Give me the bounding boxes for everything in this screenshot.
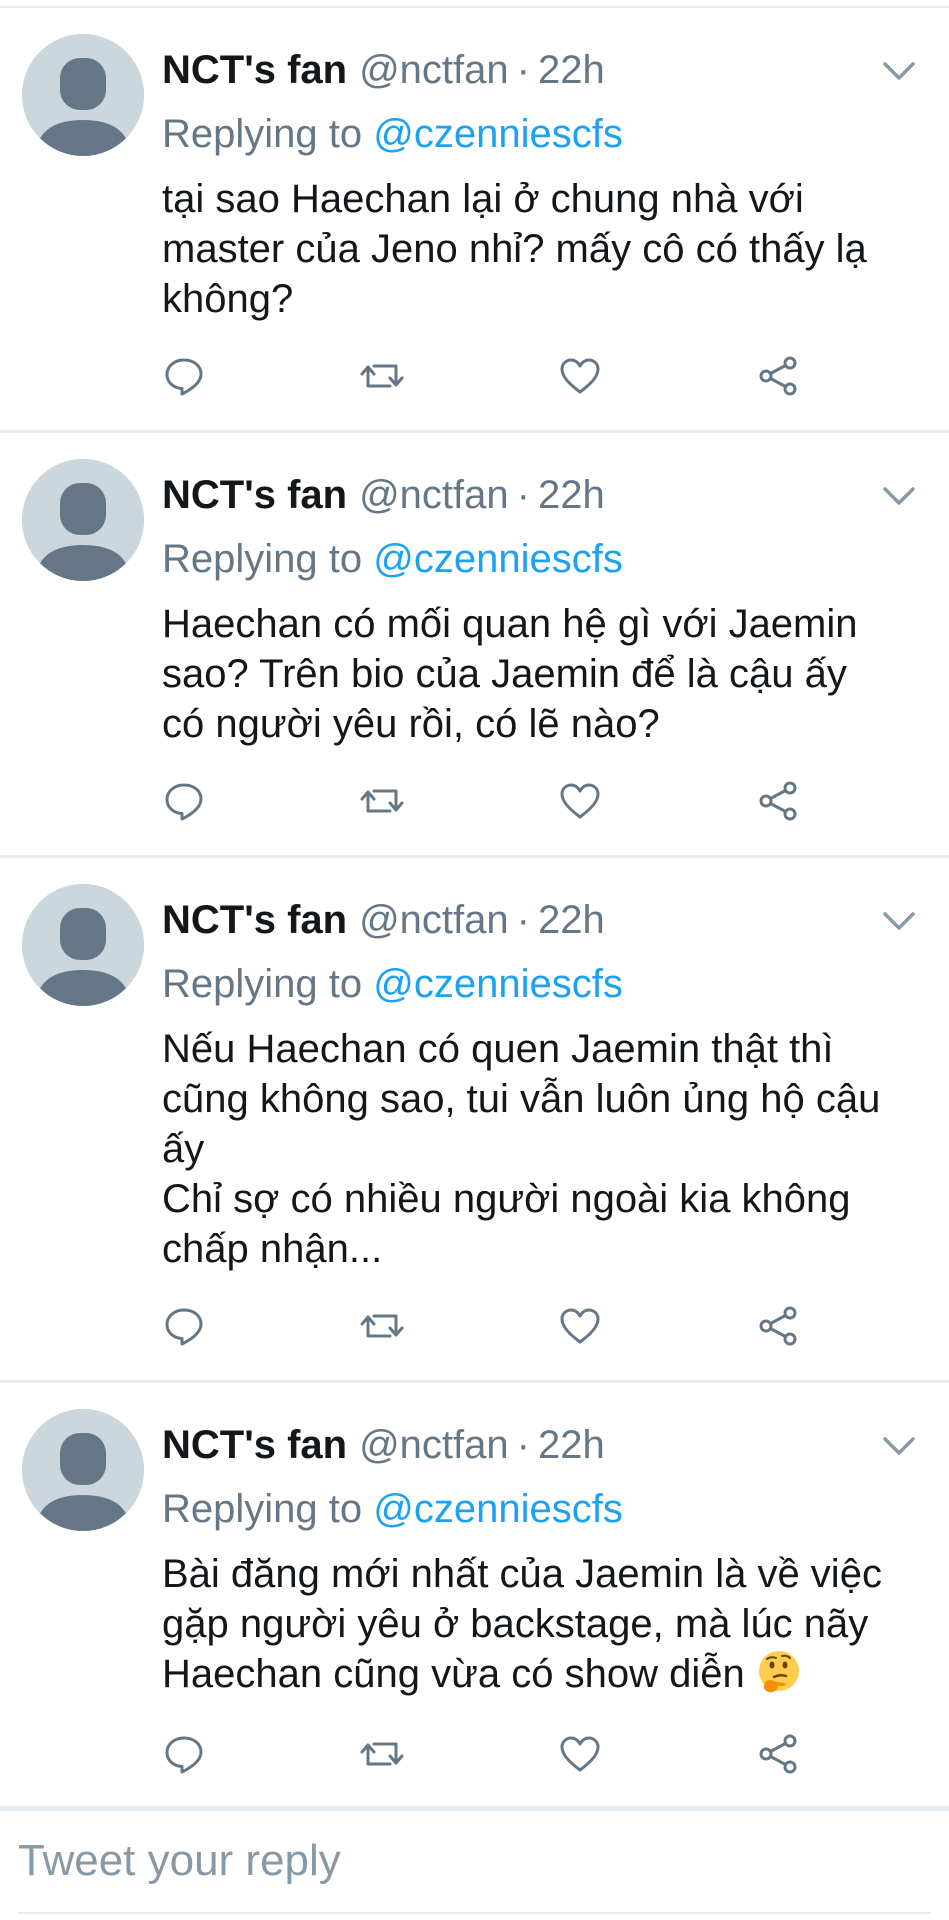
separator: · [516,473,530,517]
replying-to: Replying to @czenniescfs [162,102,919,166]
tweet-header: NCT's fan @nctfan · 22h [162,1413,919,1477]
retweet-icon[interactable] [360,354,404,398]
retweet-icon[interactable] [360,779,404,823]
tweet[interactable]: NCT's fan @nctfan · 22h Replying to @cze… [0,433,949,858]
replying-to-label: Replying to [162,1487,374,1531]
tweet-actions [162,354,822,404]
top-divider [0,0,949,8]
tweet[interactable]: NCT's fan @nctfan · 22h Replying to @cze… [0,8,949,433]
heart-icon[interactable] [558,1732,602,1776]
share-icon[interactable] [756,354,800,398]
display-name[interactable]: NCT's fan [162,38,347,102]
mention-link[interactable]: @czenniescfs [373,1487,623,1531]
mention-link[interactable]: @czenniescfs [373,962,623,1006]
share-icon[interactable] [756,1732,800,1776]
mention-link[interactable]: @czenniescfs [373,112,623,156]
tweet-text: Nếu Haechan có quen Jaemin thật thì cũng… [162,1027,881,1271]
tweet-header: NCT's fan @nctfan · 22h [162,888,919,952]
reply-composer [0,1806,949,1920]
reply-icon[interactable] [162,1304,206,1348]
display-name[interactable]: NCT's fan [162,888,347,952]
retweet-icon[interactable] [360,1732,404,1776]
tweet[interactable]: NCT's fan @nctfan · 22h Replying to @cze… [0,858,949,1383]
display-name[interactable]: NCT's fan [162,463,347,527]
tweet-text: Haechan có mối quan hệ gì với Jaemin sao… [162,602,858,746]
reply-icon[interactable] [162,779,206,823]
tweet[interactable]: NCT's fan @nctfan · 22h Replying to @cze… [0,1383,949,1811]
avatar[interactable] [22,1409,144,1531]
tweet-content: NCT's fan @nctfan · 22h Replying to @cze… [162,1413,919,1699]
separator: · [516,1423,530,1467]
user-handle[interactable]: @nctfan [359,463,509,527]
avatar[interactable] [22,884,144,1006]
avatar[interactable] [22,34,144,156]
replying-to-label: Replying to [162,537,374,581]
tweet-header: NCT's fan @nctfan · 22h [162,463,919,527]
avatar[interactable] [22,459,144,581]
mention-link[interactable]: @czenniescfs [373,537,623,581]
heart-icon[interactable] [558,354,602,398]
chevron-down-icon[interactable] [879,56,919,86]
chevron-down-icon[interactable] [879,481,919,511]
replying-to: Replying to @czenniescfs [162,527,919,591]
user-handle[interactable]: @nctfan [359,1413,509,1477]
timestamp[interactable]: 22h [538,888,605,952]
tweet-reply-input[interactable] [18,1829,918,1893]
tweet-text: tại sao Haechan lại ở chung nhà với mast… [162,177,867,321]
replying-to-label: Replying to [162,962,374,1006]
separator: · [516,898,530,942]
chevron-down-icon[interactable] [879,906,919,936]
default-profile-icon [22,1409,144,1531]
replying-to: Replying to @czenniescfs [162,952,919,1016]
tweet-content: NCT's fan @nctfan · 22h Replying to @cze… [162,463,919,749]
default-profile-icon [22,884,144,1006]
timestamp[interactable]: 22h [538,463,605,527]
display-name[interactable]: NCT's fan [162,1413,347,1477]
replying-to: Replying to @czenniescfs [162,1477,919,1541]
retweet-icon[interactable] [360,1304,404,1348]
tweet-content: NCT's fan @nctfan · 22h Replying to @cze… [162,888,919,1274]
tweet-actions [162,1732,822,1782]
timestamp[interactable]: 22h [538,38,605,102]
default-profile-icon [22,34,144,156]
user-handle[interactable]: @nctfan [359,888,509,952]
reply-icon[interactable] [162,354,206,398]
reply-icon[interactable] [162,1732,206,1776]
user-handle[interactable]: @nctfan [359,38,509,102]
thinking-face-emoji [756,1649,802,1695]
heart-icon[interactable] [558,1304,602,1348]
chevron-down-icon[interactable] [879,1431,919,1461]
tweet-text: Bài đăng mới nhất của Jaemin là về việc … [162,1549,919,1699]
default-profile-icon [22,459,144,581]
tweet-actions [162,1304,822,1354]
share-icon[interactable] [756,1304,800,1348]
timeline: NCT's fan @nctfan · 22h Replying to @cze… [0,8,949,1811]
timestamp[interactable]: 22h [538,1413,605,1477]
separator: · [516,48,530,92]
reply-input-underline [18,1912,931,1914]
tweet-actions [162,779,822,829]
tweet-header: NCT's fan @nctfan · 22h [162,38,919,102]
tweet-content: NCT's fan @nctfan · 22h Replying to @cze… [162,38,919,324]
share-icon[interactable] [756,779,800,823]
heart-icon[interactable] [558,779,602,823]
replying-to-label: Replying to [162,112,374,156]
